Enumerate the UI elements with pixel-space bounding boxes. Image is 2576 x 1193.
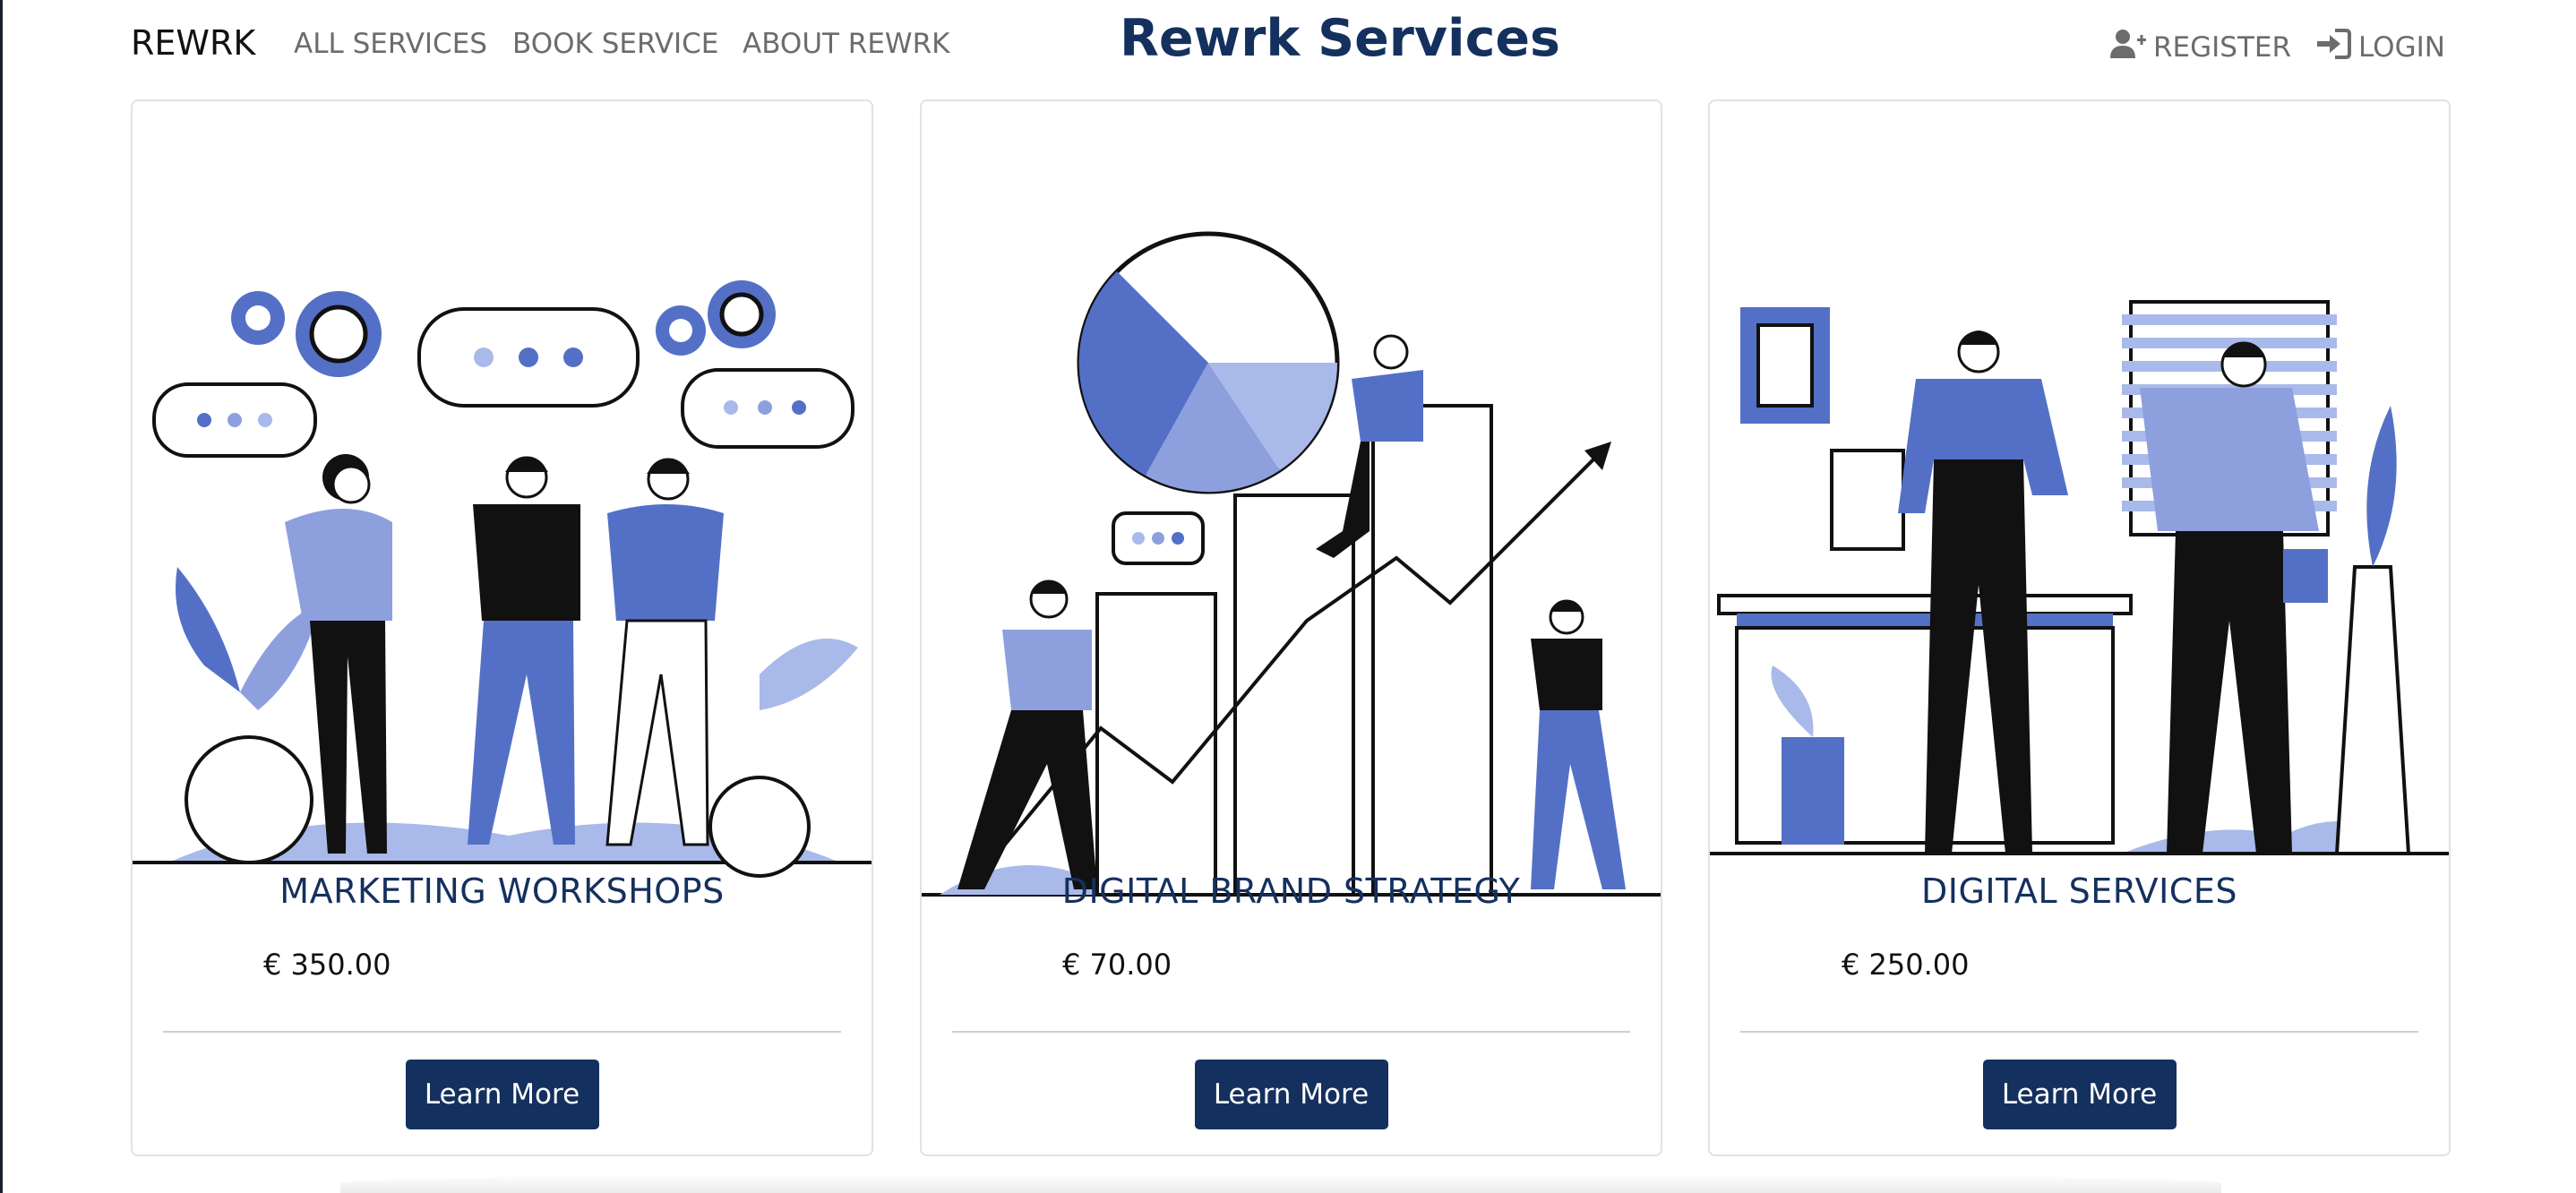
learn-more-button[interactable]: Learn More <box>1194 1060 1388 1129</box>
login-link[interactable]: LOGIN <box>2315 28 2445 67</box>
office-handshake-illustration <box>1710 300 2449 855</box>
card-title: DIGITAL BRAND STRATEGY <box>1061 871 1521 911</box>
team-discussion-illustration <box>133 280 872 878</box>
card-price: € 70.00 <box>1062 948 1172 982</box>
register-label: REGISTER <box>2153 31 2292 64</box>
card-title: MARKETING WORKSHOPS <box>279 871 725 911</box>
scroll-shadow <box>340 1173 2221 1193</box>
service-card-digital-brand-strategy: DIGITAL BRAND STRATEGY € 70.00 Learn Mor… <box>920 99 1662 1156</box>
service-card-marketing-workshops: MARKETING WORKSHOPS € 350.00 Learn More <box>131 99 873 1156</box>
card-title: DIGITAL SERVICES <box>1921 871 2237 911</box>
card-price: € 350.00 <box>263 948 391 982</box>
login-label: LOGIN <box>2358 31 2445 64</box>
learn-more-button[interactable]: Learn More <box>405 1060 599 1129</box>
sign-in-icon <box>2315 28 2351 67</box>
nav-about[interactable]: ABOUT REWRK <box>743 28 949 60</box>
user-plus-icon <box>2110 28 2146 67</box>
card-divider <box>1740 1031 2418 1033</box>
card-divider <box>952 1031 1630 1033</box>
learn-more-button[interactable]: Learn More <box>1982 1060 2177 1129</box>
growth-chart-illustration <box>922 231 1661 897</box>
brand-logo[interactable]: REWRK <box>131 23 255 63</box>
page-title: Rewrk Services <box>1120 9 1560 68</box>
service-card-digital-services: DIGITAL SERVICES € 250.00 Learn More <box>1708 99 2451 1156</box>
nav-book-service[interactable]: BOOK SERVICE <box>512 28 718 60</box>
card-divider <box>163 1031 841 1033</box>
register-link[interactable]: REGISTER <box>2110 28 2291 67</box>
nav-all-services[interactable]: ALL SERVICES <box>294 28 487 60</box>
card-price: € 250.00 <box>1842 948 1970 982</box>
top-navbar: REWRK ALL SERVICES BOOK SERVICE ABOUT RE… <box>0 0 2576 93</box>
window-edge <box>0 0 3 1193</box>
